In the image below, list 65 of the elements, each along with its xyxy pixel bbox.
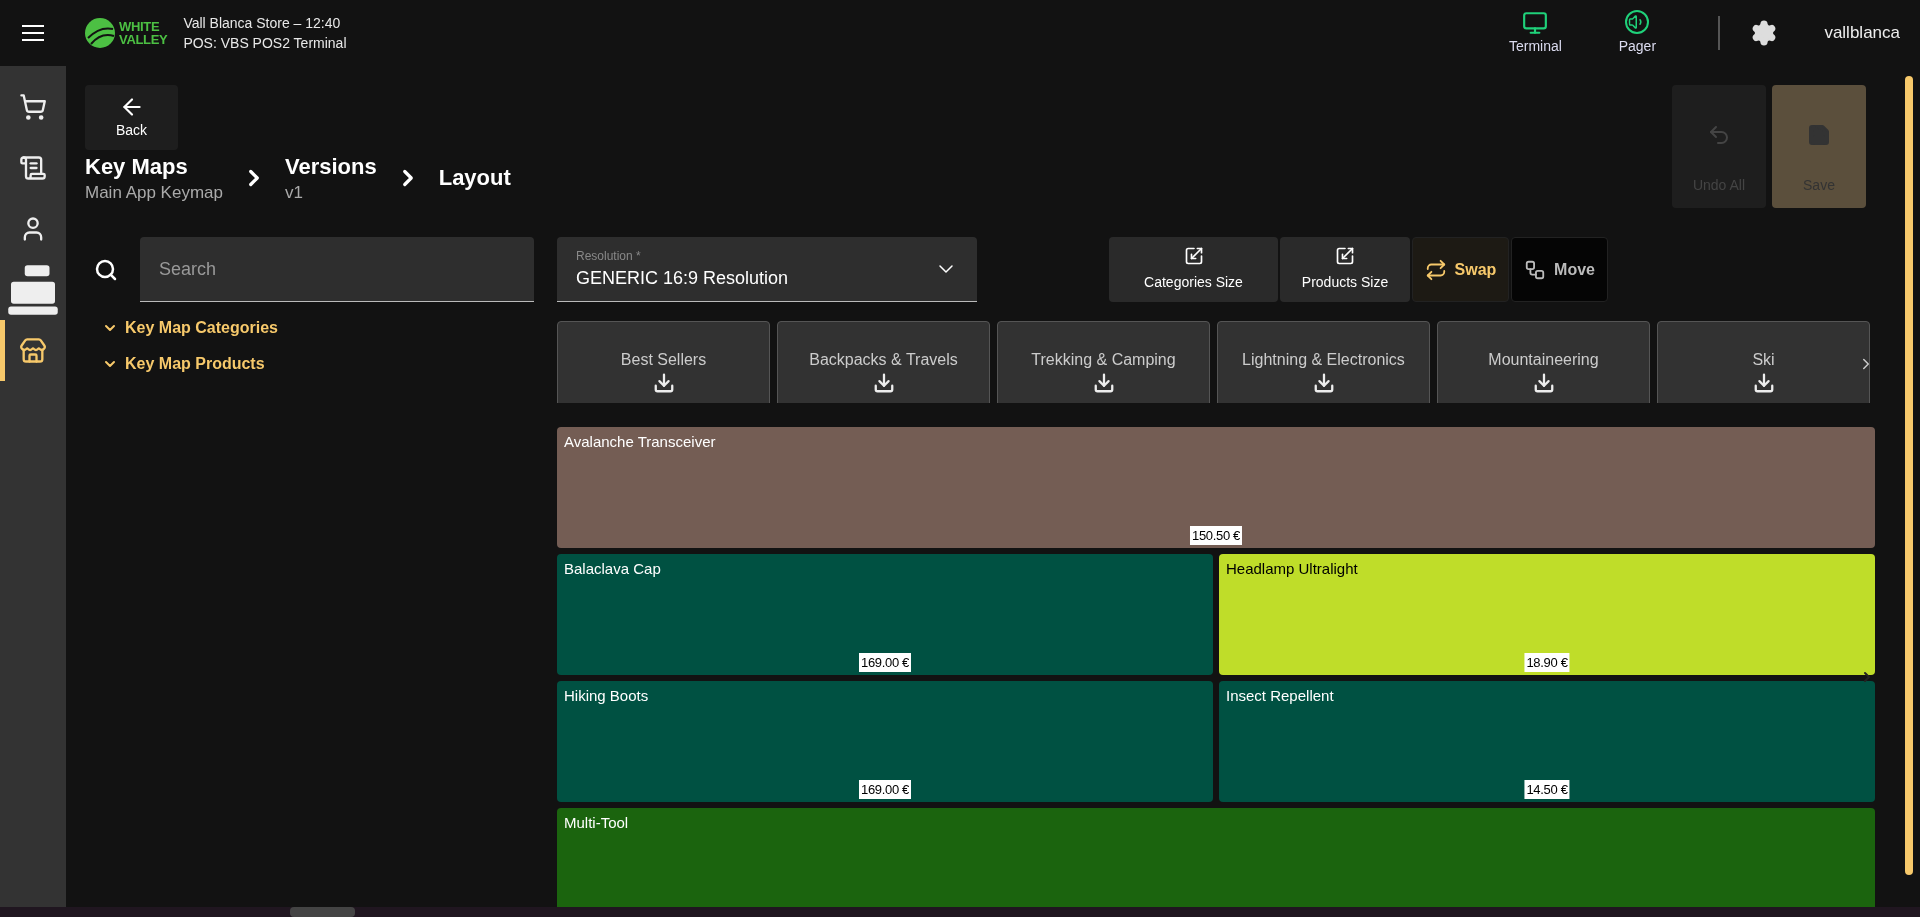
category-tile[interactable]: Backpacks & Travels xyxy=(777,321,990,404)
swap-arrows-icon xyxy=(1424,258,1447,281)
save-icon xyxy=(1807,123,1831,147)
product-tile[interactable]: Balaclava Cap 169.00 € xyxy=(557,554,1213,676)
monitor-icon xyxy=(1522,9,1549,36)
product-name: Avalanche Transceiver xyxy=(564,432,716,453)
price-tag: 18.90 € xyxy=(1524,652,1570,673)
search-field[interactable]: Search xyxy=(140,237,534,302)
product-tile[interactable]: Insect Repellent 14.50 € xyxy=(1219,681,1875,803)
pager-button[interactable]: Pager xyxy=(1587,9,1688,57)
size-button[interactable]: Products Size xyxy=(1280,237,1410,302)
drop-icon xyxy=(873,372,895,394)
drop-icon xyxy=(1313,372,1335,394)
menu-icon[interactable] xyxy=(22,25,44,41)
username[interactable]: vallblanca xyxy=(1824,20,1900,46)
breadcrumb-subtitle: v1 xyxy=(284,182,304,204)
drop-icon xyxy=(1093,372,1115,394)
pos-terminal: POS: VBS POS2 Terminal xyxy=(183,34,347,53)
drop-icon xyxy=(1753,372,1775,394)
drop-icon xyxy=(1533,372,1555,394)
product-name: Balaclava Cap xyxy=(564,559,661,580)
breadcrumb-title: Layout xyxy=(438,164,511,192)
product-name: Hiking Boots xyxy=(564,686,649,707)
product-tile[interactable]: Headlamp Ultralight 18.90 € xyxy=(1219,554,1875,676)
store-name: Vall Blanca Store – 12:40 xyxy=(183,14,342,33)
tree-item[interactable]: Key Map Categories xyxy=(102,316,534,340)
scrollbar[interactable] xyxy=(1905,76,1913,875)
resize-icon xyxy=(1335,246,1355,266)
category-tile[interactable]: Mountaineering xyxy=(1437,321,1650,404)
price-tag: 14.50 € xyxy=(1524,779,1570,800)
speaker-icon xyxy=(1625,9,1650,34)
category-tile[interactable]: Trekking & Camping xyxy=(997,321,1210,404)
store-icon xyxy=(19,336,47,365)
brand-name: WHITE VALLEY xyxy=(119,20,168,46)
undo-icon xyxy=(1707,123,1731,147)
swap-button[interactable]: Swap xyxy=(1412,237,1509,302)
category-tile[interactable]: Best Sellers xyxy=(557,321,770,404)
search-icon xyxy=(94,257,118,282)
product-name: Multi-Tool xyxy=(564,813,629,834)
price-tag: 150.50 € xyxy=(1190,525,1242,546)
breadcrumb-title[interactable]: Versions xyxy=(284,152,377,182)
terminal-button[interactable]: Terminal xyxy=(1485,9,1586,57)
price-tag: 169.00 € xyxy=(859,652,911,673)
product-name: Insect Repellent xyxy=(1226,686,1334,707)
receipt-icon xyxy=(19,153,47,182)
logo-icon xyxy=(85,18,115,48)
drop-icon xyxy=(653,372,675,394)
size-button[interactable]: Categories Size xyxy=(1109,237,1278,302)
tree-item[interactable]: Key Map Products xyxy=(102,352,534,376)
move-icon xyxy=(1524,258,1547,281)
cart-icon xyxy=(19,92,47,121)
resolution-select[interactable]: Resolution * GENERIC 16:9 Resolution xyxy=(557,237,977,302)
move-button[interactable]: Move xyxy=(1511,237,1608,302)
product-tile[interactable]: Hiking Boots 169.00 € xyxy=(557,681,1213,803)
product-tile[interactable]: Avalanche Transceiver 150.50 € xyxy=(557,427,1875,549)
price-tag: 169.00 € xyxy=(859,779,911,800)
breadcrumb-subtitle: Main App Keymap xyxy=(85,182,223,204)
back-button[interactable]: Back xyxy=(85,85,178,150)
category-tile[interactable]: Lightning & Electronics xyxy=(1217,321,1430,404)
scrollbar-thumb[interactable] xyxy=(290,907,355,917)
breadcrumb-title[interactable]: Key Maps xyxy=(85,152,223,182)
resize-icon xyxy=(1183,246,1204,266)
product-name: Headlamp Ultralight xyxy=(1226,559,1358,580)
product-tile[interactable]: Multi-Tool xyxy=(557,808,1875,907)
category-tile[interactable]: Ski xyxy=(1657,321,1870,404)
